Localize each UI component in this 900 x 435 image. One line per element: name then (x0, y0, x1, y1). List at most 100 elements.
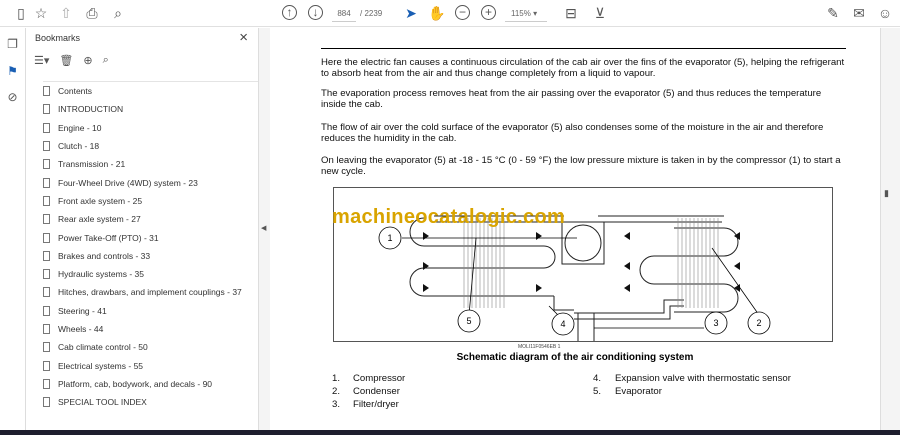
bookmark-label: Hitches, drawbars, and implement couplin… (58, 287, 242, 298)
watermark: machineocatalogic.com (332, 206, 566, 228)
bookmark-item[interactable]: SPECIAL TOOL INDEX (43, 393, 258, 411)
bookmark-list: Contents INTRODUCTION Engine - 10 Clutch - … (43, 81, 258, 411)
options-menu-icon[interactable]: ☰▾ (34, 54, 49, 70)
bookmark-label: Cab climate control - 50 (58, 342, 148, 353)
new-bookmark-icon[interactable]: ⊕ (83, 54, 92, 70)
fit-page-icon[interactable]: ⊟ (562, 4, 580, 22)
bookmark-item[interactable]: Clutch - 18 (43, 137, 258, 155)
bookmark-label: Engine - 10 (58, 122, 102, 133)
callout-2: 2 (756, 318, 761, 328)
next-page-icon[interactable]: ↓ (308, 5, 323, 20)
document-page: Here the electric fan causes a continuou… (270, 28, 880, 430)
bookmark-item[interactable]: Front axle system - 25 (43, 192, 258, 210)
email-icon[interactable]: ✉ (850, 4, 868, 22)
bookmark-item[interactable]: Hitches, drawbars, and implement couplin… (43, 283, 258, 301)
bookmark-item[interactable]: Platform, cab, bodywork, and decals - 90 (43, 375, 258, 393)
bookmark-icon (43, 104, 50, 115)
bookmark-item[interactable]: Electrical systems - 55 (43, 356, 258, 374)
left-nav: ❐ ⚑ ⊘ (0, 28, 26, 430)
scroll-thumb[interactable]: ▮ (884, 188, 889, 199)
collapse-arrow-icon[interactable]: ◀ (261, 224, 266, 232)
zoom-value: 115% (511, 9, 531, 18)
bookmark-label: INTRODUCTION (58, 104, 124, 115)
bookmark-label: SPECIAL TOOL INDEX (58, 397, 147, 408)
bookmark-icon (43, 250, 50, 261)
page-total: / 2239 (360, 9, 383, 18)
select-cursor-icon[interactable]: ➤ (402, 4, 420, 22)
legend-label: Expansion valve with thermostatic sensor (615, 373, 791, 384)
callout-3: 3 (713, 318, 718, 328)
paragraph: The evaporation process removes heat fro… (321, 88, 822, 111)
zoom-in-icon[interactable]: + (481, 5, 496, 20)
bookmark-icon (43, 177, 50, 188)
bookmark-icon (43, 305, 50, 316)
bookmark-item[interactable]: Engine - 10 (43, 119, 258, 137)
bookmark-icon (43, 324, 50, 334)
bookmark-item[interactable]: Brakes and controls - 33 (43, 247, 258, 265)
bookmark-icon (43, 360, 50, 371)
delete-icon[interactable]: 🗑 (59, 54, 73, 70)
bookmark-item[interactable]: Cab climate control - 50 (43, 338, 258, 356)
attachment-icon[interactable]: ⊘ (5, 90, 20, 105)
paragraph: Here the electric fan causes a continuou… (321, 57, 845, 80)
bookmark-item[interactable]: INTRODUCTION (43, 100, 258, 118)
close-icon[interactable]: × (239, 29, 248, 46)
bookmark-icon (43, 86, 50, 97)
bookmark-label: Four-Wheel Drive (4WD) system - 23 (58, 177, 198, 188)
bookmark-icon (43, 269, 50, 280)
bookmark-label: Steering - 41 (58, 305, 107, 316)
bookmark-label: Brakes and controls - 33 (58, 250, 151, 261)
legend-num: 3. (332, 399, 341, 410)
save-icon[interactable]: ▯ (12, 4, 30, 22)
paragraph: The flow of air over the cold surface of… (321, 122, 824, 145)
bookmark-item[interactable]: Steering - 41 (43, 302, 258, 320)
page-number-input[interactable]: 884 (332, 6, 356, 22)
bookmarks-title: Bookmarks (35, 33, 81, 43)
bookmark-item[interactable]: Rear axle system - 27 (43, 210, 258, 228)
zoom-out-icon[interactable]: − (455, 5, 470, 20)
bookmark-label: Rear axle system - 27 (58, 214, 141, 225)
callout-1: 1 (387, 233, 392, 243)
bookmark-icon (43, 397, 50, 408)
account-icon[interactable]: ☺ (876, 4, 894, 22)
callout-4: 4 (560, 319, 565, 329)
bookmarks-icon[interactable]: ⚑ (5, 64, 20, 79)
figure-caption: Schematic diagram of the air conditionin… (456, 352, 694, 363)
hand-tool-icon[interactable]: ✋ (428, 4, 446, 22)
previous-page-icon[interactable]: ↑ (282, 5, 297, 20)
scroll-mode-icon[interactable]: ⊻ (591, 4, 609, 22)
bookmark-icon (43, 195, 50, 206)
toolbar: ▯ ☆ ⇧ ⎙ ⌕ ↑ ↓ 884 / 2239 ➤ ✋ − + 115% ▾ … (0, 0, 900, 27)
bookmark-item[interactable]: Transmission - 21 (43, 155, 258, 173)
legend-label: Filter/dryer (353, 399, 399, 410)
search-icon[interactable]: ⌕ (109, 4, 127, 22)
panel-splitter[interactable]: ◀ (258, 28, 270, 430)
bookmark-item[interactable]: Four-Wheel Drive (4WD) system - 23 (43, 173, 258, 191)
print-icon[interactable]: ⎙ (83, 4, 101, 22)
top-rule (321, 48, 846, 49)
callout-5: 5 (466, 316, 471, 326)
legend-label: Condenser (353, 386, 400, 397)
legend-num: 2. (332, 386, 341, 397)
bookmark-label: Front axle system - 25 (58, 195, 143, 206)
legend-label: Evaporator (615, 386, 662, 397)
sign-icon[interactable]: ✎ (824, 4, 842, 22)
upload-cloud-icon[interactable]: ⇧ (57, 4, 75, 22)
bookmark-icon (43, 141, 50, 152)
find-bookmark-icon[interactable]: ⌕ (103, 54, 109, 70)
zoom-select[interactable]: 115% ▾ (505, 6, 547, 22)
bookmark-item[interactable]: Contents (43, 82, 258, 100)
bookmark-icon (43, 159, 50, 170)
pages-thumbnail-icon[interactable]: ❐ (5, 37, 20, 52)
bookmark-icon (43, 214, 50, 225)
vertical-scrollbar[interactable]: ▮ (880, 28, 900, 430)
figure-id: MOLI11F0546EB 1 (518, 344, 561, 350)
bookmark-star-icon[interactable]: ☆ (32, 4, 50, 22)
ac-schematic-diagram: 1 2 3 4 5 machineocatalogic.com (332, 187, 833, 344)
bookmark-label: Contents (58, 86, 93, 97)
legend-num: 1. (332, 373, 341, 384)
bookmark-item[interactable]: Hydraulic systems - 35 (43, 265, 258, 283)
legend-num: 4. (593, 373, 602, 384)
bookmark-item[interactable]: Wheels - 44 (43, 320, 258, 338)
bookmark-item[interactable]: Power Take-Off (PTO) - 31 (43, 228, 258, 246)
